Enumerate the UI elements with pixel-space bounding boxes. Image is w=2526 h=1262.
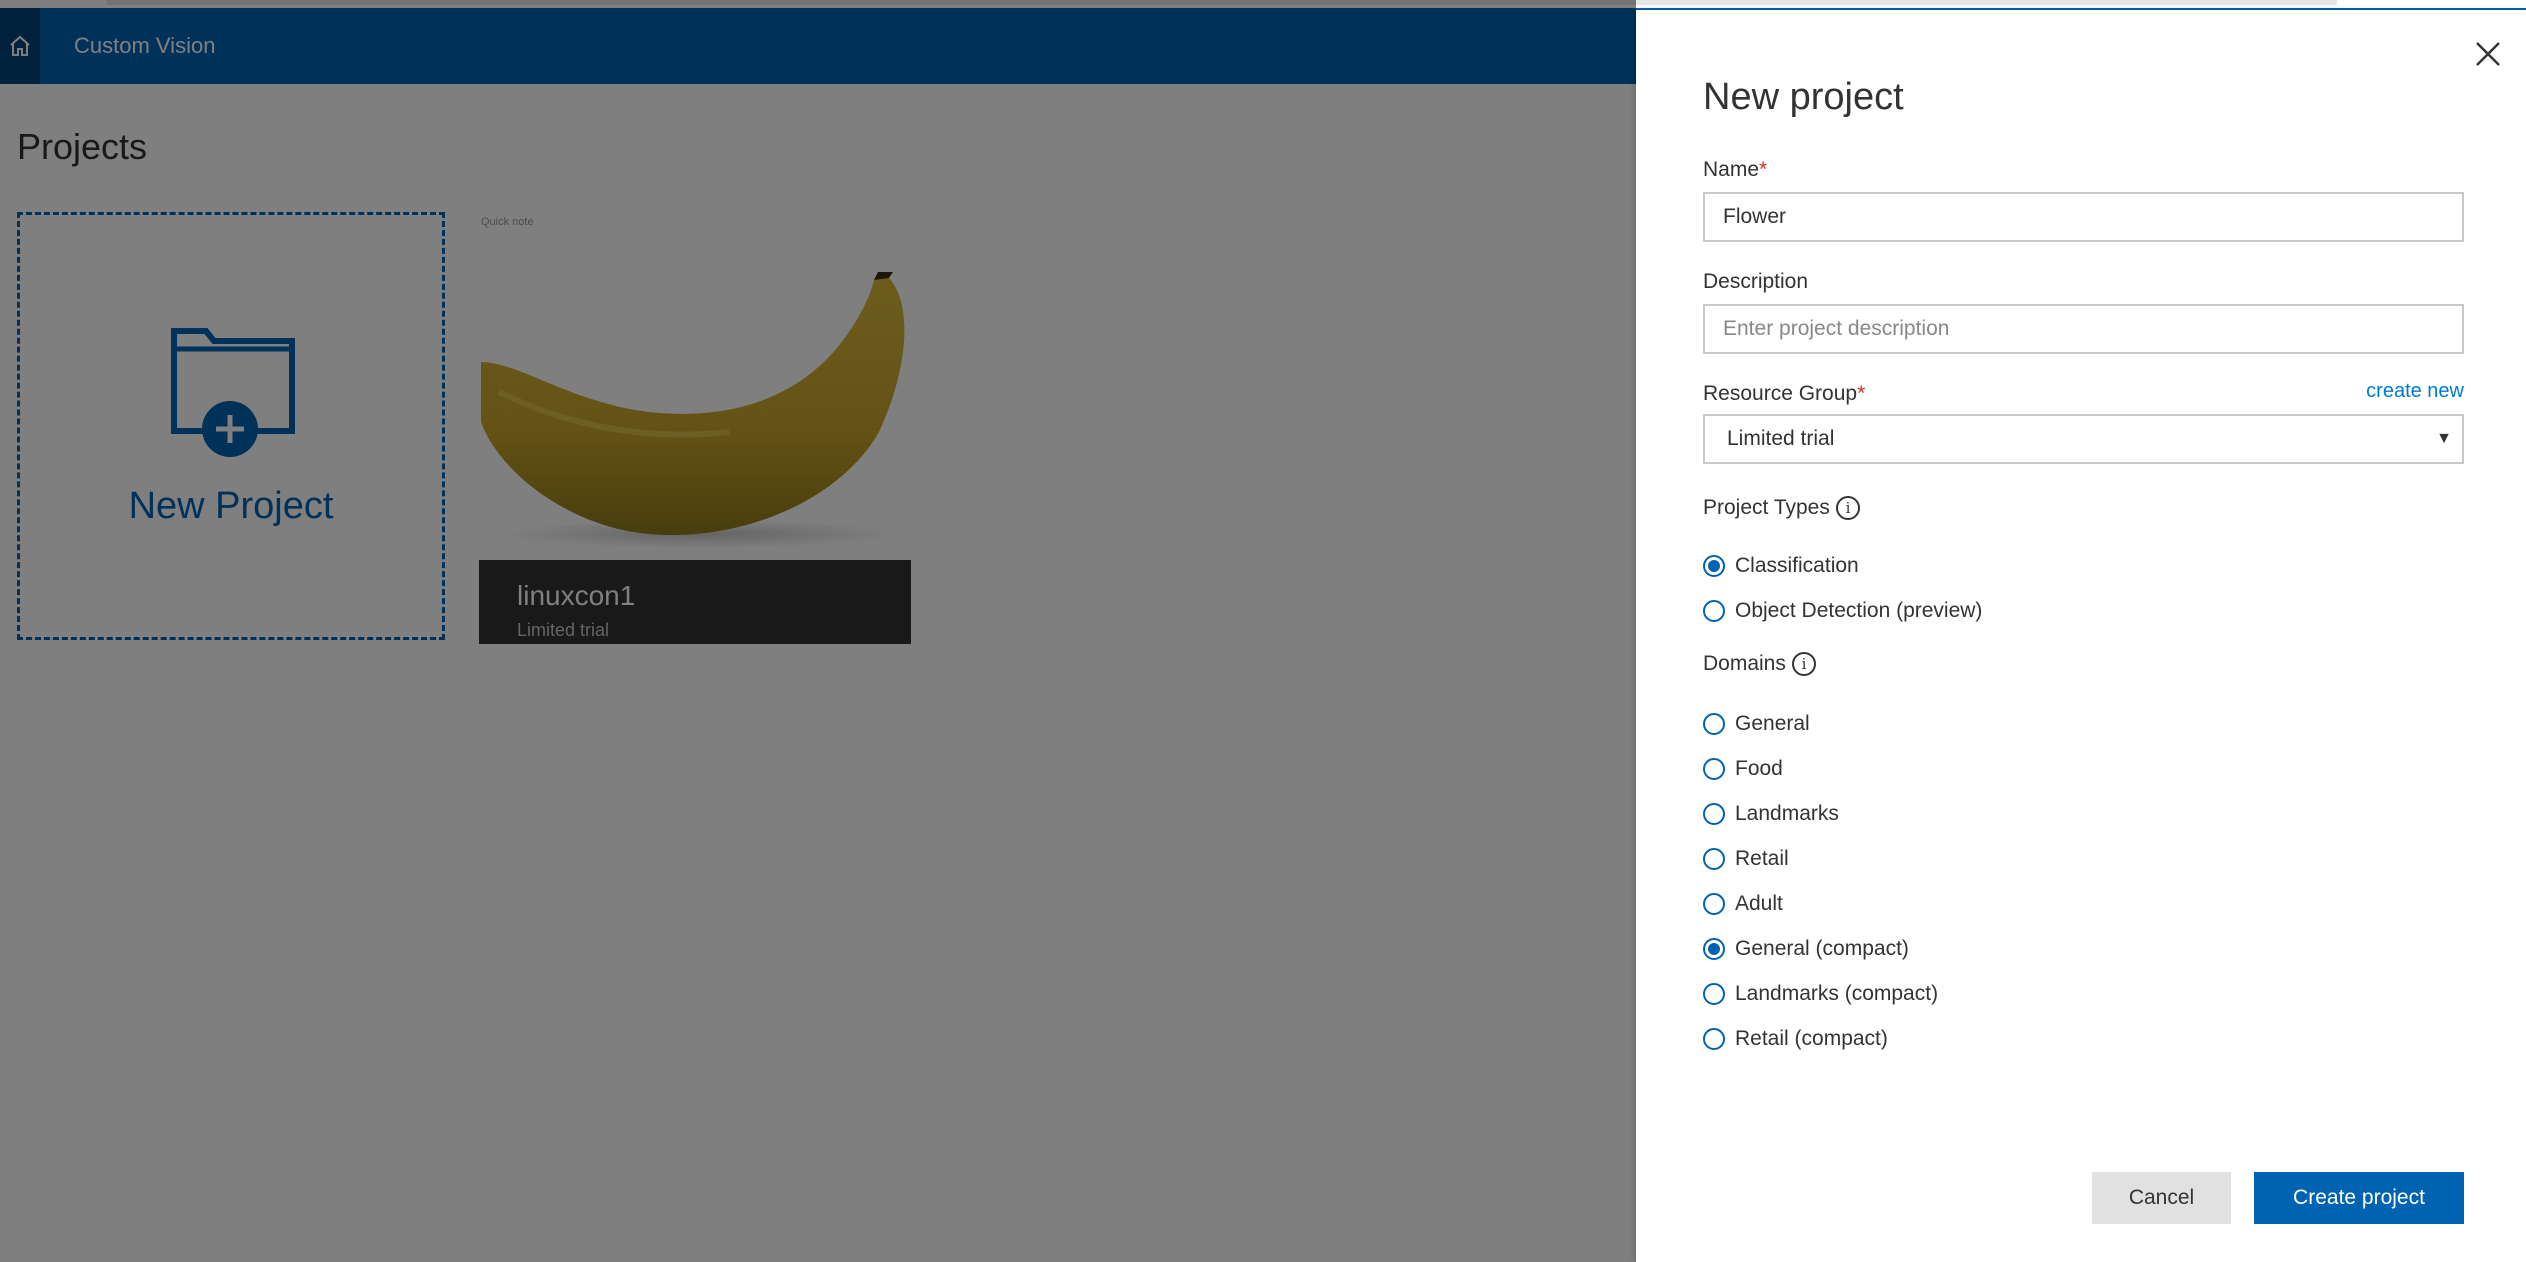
name-input[interactable] (1703, 192, 2464, 242)
radio-button[interactable] (1703, 713, 1725, 735)
info-icon[interactable]: i (1792, 652, 1816, 676)
radio-button[interactable] (1703, 758, 1725, 780)
radio-label: Retail (compact) (1735, 1027, 1888, 1050)
radio-label: Food (1735, 757, 1783, 780)
radio-button-checked[interactable] (1703, 555, 1725, 577)
radio-label: Adult (1735, 892, 1783, 915)
radio-domain-retail-compact[interactable]: Retail (compact) (1703, 1022, 1888, 1056)
resource-group-label-text: Resource Group (1703, 382, 1858, 405)
resource-group-label: Resource Group* (1703, 382, 1865, 406)
radio-domain-general[interactable]: General (1703, 707, 1810, 741)
radio-domain-landmarks[interactable]: Landmarks (1703, 797, 1839, 831)
close-button[interactable] (2468, 34, 2508, 74)
radio-button[interactable] (1703, 983, 1725, 1005)
domains-label: Domains (1703, 652, 1786, 675)
radio-button[interactable] (1703, 1028, 1725, 1050)
description-label: Description (1703, 270, 1809, 293)
radio-domain-adult[interactable]: Adult (1703, 887, 1783, 921)
info-icon[interactable]: i (1836, 496, 1860, 520)
radio-domain-general-compact[interactable]: General (compact) (1703, 932, 1909, 966)
radio-label: General (1735, 712, 1810, 735)
resource-group-value: Limited trial (1727, 427, 1835, 450)
dropdown-arrow-icon: ▼ (2436, 430, 2452, 447)
project-types-label: Project Types (1703, 496, 1830, 519)
radio-domain-food[interactable]: Food (1703, 752, 1783, 786)
radio-button[interactable] (1703, 803, 1725, 825)
cancel-button[interactable]: Cancel (2092, 1172, 2231, 1224)
required-mark: * (1759, 158, 1768, 181)
create-new-link[interactable]: create new (2364, 380, 2464, 403)
radio-button-checked[interactable] (1703, 938, 1725, 960)
radio-label: Object Detection (preview) (1735, 599, 1983, 622)
panel-title: New project (1703, 76, 1904, 118)
radio-label: Retail (1735, 847, 1789, 870)
create-project-button[interactable]: Create project (2254, 1172, 2464, 1224)
description-input[interactable] (1703, 304, 2464, 354)
name-label-text: Name (1703, 158, 1760, 181)
radio-label: General (compact) (1735, 937, 1909, 960)
radio-label: Landmarks (compact) (1735, 982, 1939, 1005)
radio-domain-retail[interactable]: Retail (1703, 842, 1789, 876)
modal-overlay[interactable] (0, 0, 1636, 1262)
radio-label: Classification (1735, 554, 1859, 577)
radio-button[interactable] (1703, 600, 1725, 622)
radio-object-detection[interactable]: Object Detection (preview) (1703, 594, 1982, 628)
radio-domain-landmarks-compact[interactable]: Landmarks (compact) (1703, 977, 1938, 1011)
new-project-panel: New project Name* Description Resource G… (1636, 10, 2526, 1262)
radio-classification[interactable]: Classification (1703, 549, 1859, 583)
radio-label: Landmarks (1735, 802, 1839, 825)
required-mark: * (1857, 382, 1866, 405)
radio-button[interactable] (1703, 893, 1725, 915)
close-icon (2476, 42, 2500, 66)
name-label: Name* (1703, 158, 1767, 182)
radio-button[interactable] (1703, 848, 1725, 870)
resource-group-select[interactable]: Limited trial ▼ (1703, 414, 2464, 464)
